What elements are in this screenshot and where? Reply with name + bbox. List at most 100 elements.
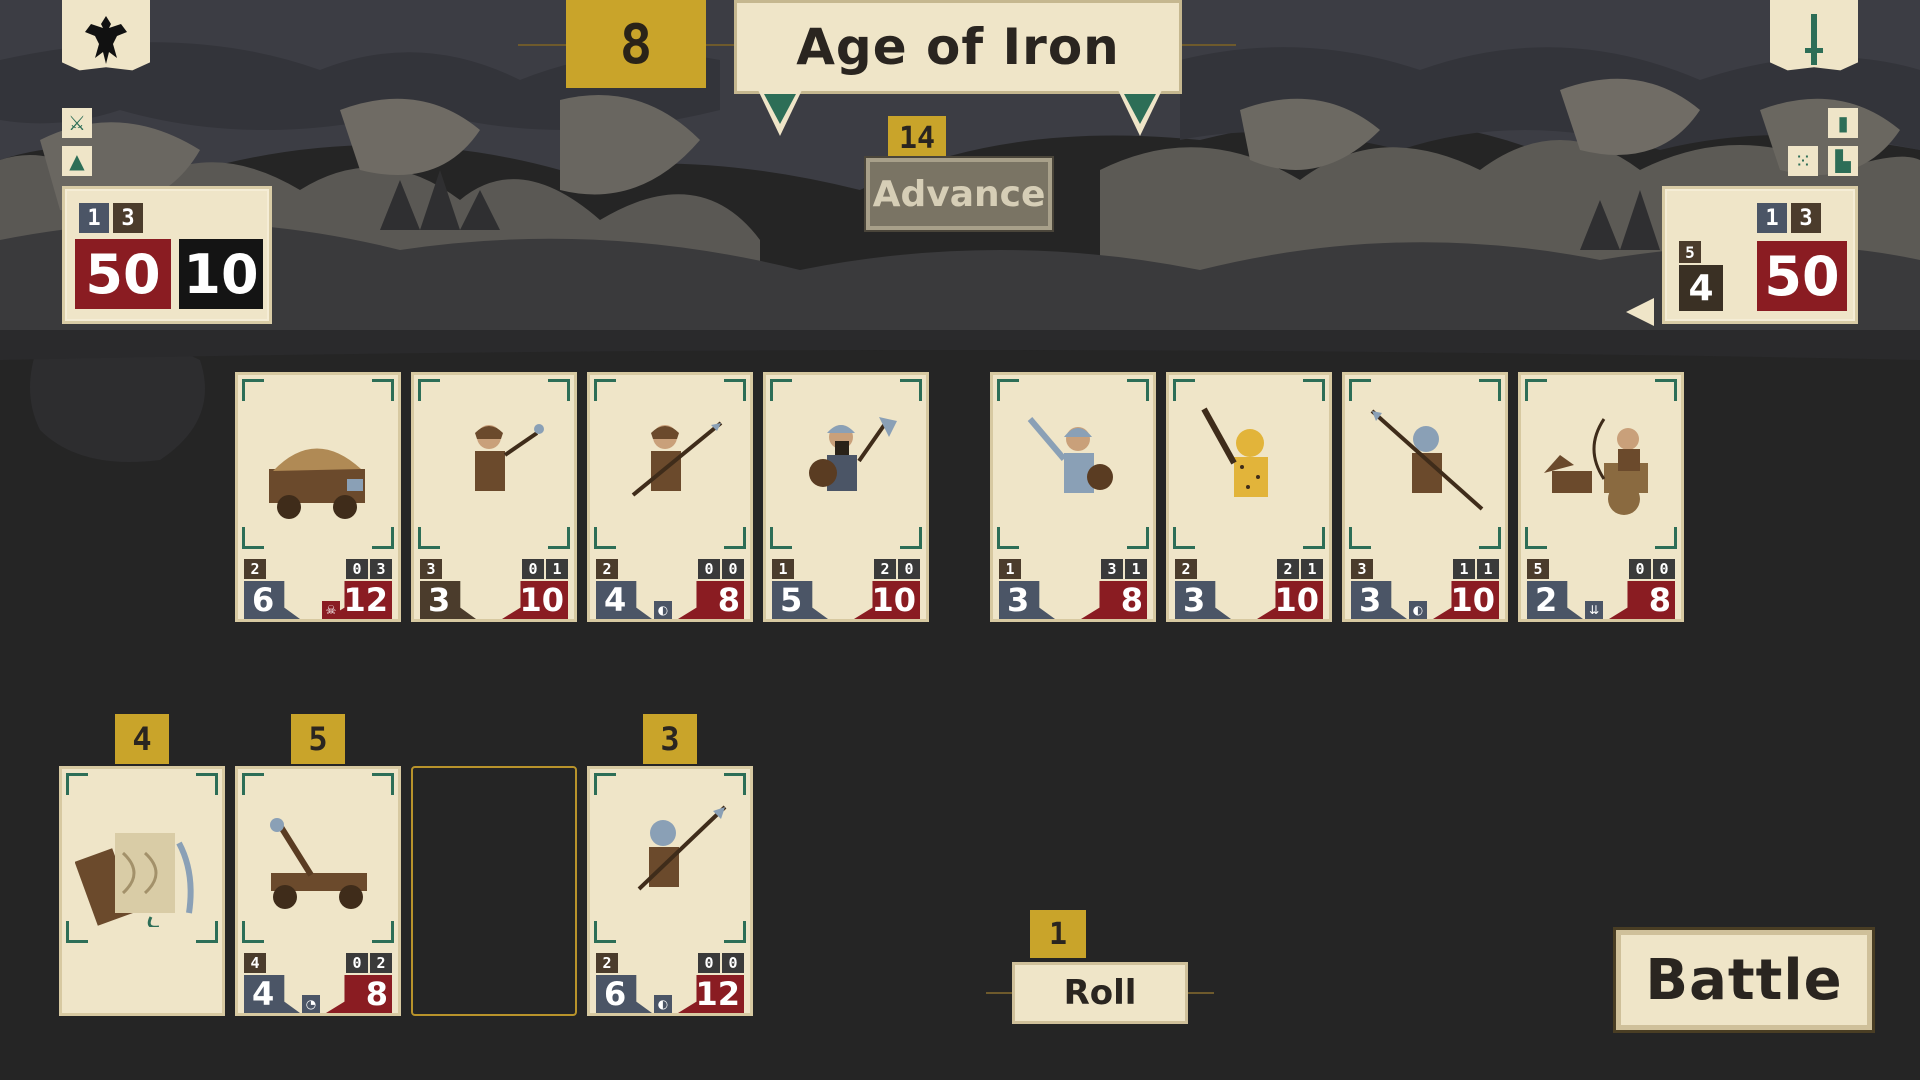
unit-modifier-a: 1 (1453, 559, 1475, 579)
era-deco-mid (706, 44, 734, 46)
shield-icon: ◐ (654, 995, 672, 1013)
scroll-item-card[interactable] (59, 766, 225, 1016)
empty-shop-slot[interactable] (411, 766, 577, 1016)
chariot-archer-card[interactable]: 5 0 0 2 8 ⇊ (1518, 372, 1684, 622)
unit-modifier-a: 0 (698, 953, 720, 973)
roll-button[interactable]: Roll (1012, 962, 1188, 1024)
unit-health: 8 (1609, 581, 1675, 619)
supply-wagon-card[interactable]: 2 0 3 6 12 ☠ (235, 372, 401, 622)
opponent-chip-a: 1 (1757, 203, 1787, 233)
unit-modifier-a: 2 (1277, 559, 1299, 579)
unit-tier: 3 (1351, 559, 1373, 579)
era-number: 8 (566, 0, 706, 88)
axeman-card[interactable]: 1 2 0 5 10 (763, 372, 929, 622)
player-life: 50 (75, 239, 171, 309)
spear-guard-card[interactable]: 2 0 0 6 12 ◐ (587, 766, 753, 1016)
unit-attack: 5 (772, 581, 828, 619)
roll-deco-right (1188, 992, 1214, 994)
opponent-life: 50 (1757, 241, 1847, 311)
unit-modifier-b: 1 (546, 559, 568, 579)
player-chip-a: 1 (79, 203, 109, 233)
unit-health: 8 (1081, 581, 1147, 619)
unit-modifier-b: 1 (1125, 559, 1147, 579)
swordsman-portrait (1027, 417, 1113, 519)
player-status-panel: 1 3 50 10 (62, 186, 272, 324)
unit-attack: 3 (1351, 581, 1407, 619)
banner-ability-icon[interactable]: ▮ (1828, 108, 1858, 138)
advance-button[interactable]: Advance (866, 158, 1052, 230)
unit-modifier-a: 0 (346, 953, 368, 973)
unit-tier: 1 (772, 559, 794, 579)
slinger-card[interactable]: 3 0 1 3 10 (411, 372, 577, 622)
unit-health: 10 (502, 581, 568, 619)
opponent-small-value: 4 (1679, 265, 1723, 311)
spear-guard-portrait (637, 805, 727, 913)
sword-ability-icon[interactable]: ⚔ (62, 108, 92, 138)
unit-tier: 2 (244, 559, 266, 579)
shop-cost-badge: 5 (291, 714, 345, 764)
unit-modifier-b: 2 (370, 953, 392, 973)
skull-icon: ☠ (322, 601, 340, 619)
unit-attack: 6 (244, 581, 300, 619)
supply-wagon-portrait (269, 448, 365, 519)
unit-modifier-b: 0 (722, 559, 744, 579)
leopard-warrior-portrait (1201, 407, 1268, 521)
opponent-status-panel: 1 3 5 4 50 (1662, 186, 1858, 324)
unit-attack: 3 (1175, 581, 1231, 619)
unit-health: 8 (326, 975, 392, 1013)
unit-modifier-a: 2 (874, 559, 896, 579)
unit-attack: 4 (244, 975, 300, 1013)
unit-modifier-b: 0 (898, 559, 920, 579)
unit-health: 10 (1257, 581, 1323, 619)
unit-modifier-a: 0 (698, 559, 720, 579)
leopard-warrior-card[interactable]: 2 2 1 3 10 (1166, 372, 1332, 622)
unit-attack: 3 (420, 581, 476, 619)
arrows-icon: ⇊ (1585, 601, 1603, 619)
unit-modifier-a: 0 (346, 559, 368, 579)
swordsman-card[interactable]: 13138 (990, 372, 1156, 622)
catapult-card[interactable]: 4 0 2 4 8 ◔ (235, 766, 401, 1016)
unit-modifier-a: 3 (1101, 559, 1123, 579)
battle-button[interactable]: Battle (1616, 930, 1872, 1030)
unit-health: 8 (678, 581, 744, 619)
unit-health: 10 (1433, 581, 1499, 619)
era-title-panel: Age of Iron (734, 0, 1182, 94)
era-deco-right (1182, 44, 1236, 46)
unit-modifier-b: 1 (1477, 559, 1499, 579)
catapult-portrait (270, 818, 367, 909)
unit-tier: 3 (420, 559, 442, 579)
mountain-ability-icon[interactable]: ▲ (62, 146, 92, 176)
unit-tier: 2 (596, 559, 618, 579)
unit-modifier-a: 0 (1629, 559, 1651, 579)
shield-icon: ◐ (654, 601, 672, 619)
horn-icon: ◔ (302, 995, 320, 1013)
eagle-icon (85, 16, 127, 64)
era-deco-left (518, 44, 566, 46)
unit-tier: 4 (244, 953, 266, 973)
unit-tier: 2 (1175, 559, 1197, 579)
player-chip-b: 3 (113, 203, 143, 233)
opponent-turn-arrow-icon (1626, 298, 1654, 326)
spearman-card[interactable]: 2 0 0 4 8 ◐ (587, 372, 753, 622)
tower-ability-icon[interactable]: ▙ (1828, 146, 1858, 176)
axeman-portrait (809, 417, 897, 517)
unit-attack: 2 (1527, 581, 1583, 619)
unit-health: 12 (678, 975, 744, 1013)
unit-modifier-b: 3 (370, 559, 392, 579)
dice-ability-icon[interactable]: ⁙ (1788, 146, 1818, 176)
sword-emblem-icon (1805, 14, 1823, 65)
shield-icon: ◐ (1409, 601, 1427, 619)
unit-tier: 5 (1527, 559, 1549, 579)
unit-modifier-a: 0 (522, 559, 544, 579)
hoplite-portrait (1370, 409, 1484, 519)
chariot-archer-portrait (1544, 418, 1648, 515)
unit-modifier-b: 1 (1301, 559, 1323, 579)
era-title: Age of Iron (796, 18, 1120, 76)
slinger-portrait (475, 424, 544, 517)
unit-tier: 1 (999, 559, 1021, 579)
spearman-portrait (631, 421, 723, 517)
unit-tier: 2 (596, 953, 618, 973)
roll-cost: 1 (1030, 910, 1086, 958)
unit-attack: 6 (596, 975, 652, 1013)
hoplite-card[interactable]: 3 1 1 3 10 ◐ (1342, 372, 1508, 622)
